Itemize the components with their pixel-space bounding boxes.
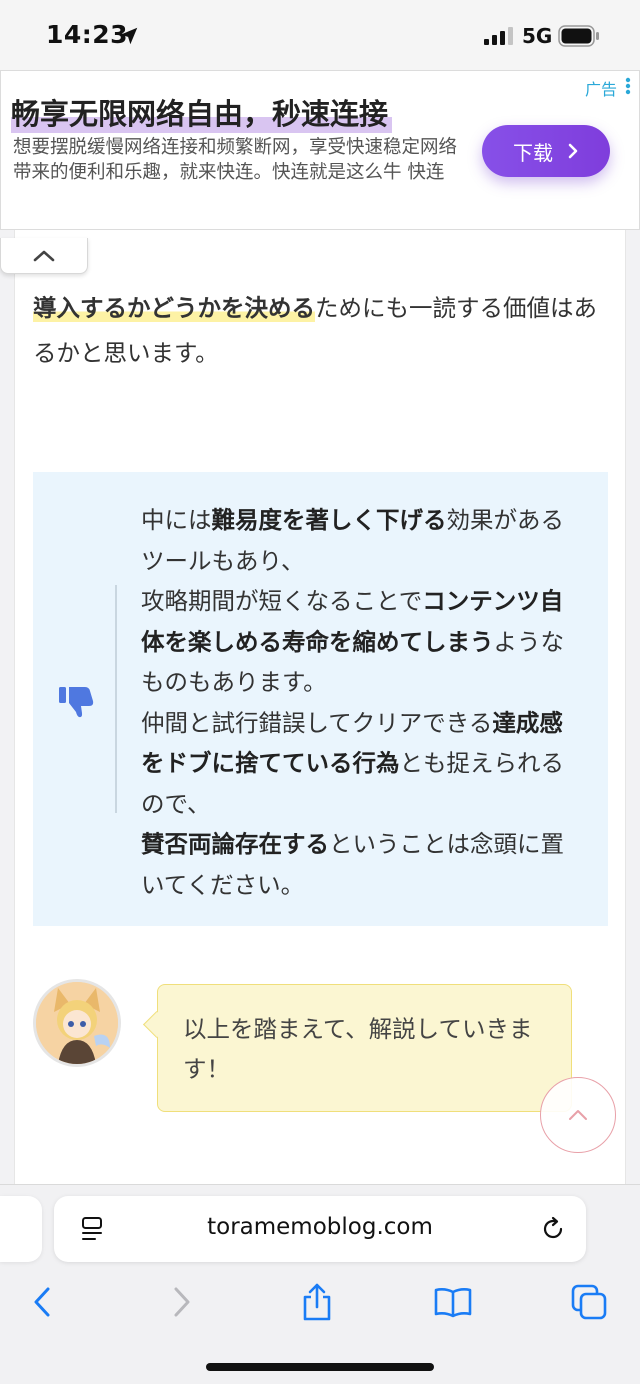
bookmarks-button[interactable] xyxy=(431,1280,475,1324)
location-arrow-icon xyxy=(120,27,138,45)
reload-icon[interactable] xyxy=(540,1216,566,1242)
url-text[interactable]: toramemoblog.com xyxy=(54,1214,586,1240)
previous-tab-preview[interactable] xyxy=(0,1196,42,1262)
address-bar[interactable]: toramemoblog.com xyxy=(54,1196,586,1262)
signal-icon xyxy=(484,27,513,45)
tabs-icon xyxy=(571,1284,607,1320)
avatar-illustration xyxy=(36,982,118,1064)
back-button[interactable] xyxy=(20,1280,64,1324)
scroll-to-top-button[interactable] xyxy=(540,1077,616,1153)
share-button[interactable] xyxy=(295,1280,339,1324)
forward-arrow-icon xyxy=(174,1287,190,1317)
bad-text-bold: 難易度を著しく下げる xyxy=(211,506,447,534)
bad-text-segment: 中には xyxy=(141,506,212,534)
status-time: 14:23 xyxy=(46,20,129,49)
speech-bubble: 以上を踏まえて、解説していきます！ xyxy=(157,984,572,1112)
ad-title[interactable]: 畅享无限网络自由，秒速连接 xyxy=(11,91,393,133)
bad-text-bold: 賛否両論存在する xyxy=(141,830,329,858)
bad-point-text: 中には難易度を著しく下げる効果があるツールもあり、 攻略期間が短くなることでコン… xyxy=(141,500,586,905)
forward-button[interactable] xyxy=(160,1280,204,1324)
chevron-up-icon xyxy=(33,250,55,261)
ad-menu-icon[interactable] xyxy=(625,77,631,95)
chevron-up-icon xyxy=(569,1110,587,1120)
ad-banner[interactable]: 畅享无限网络自由，秒速连接 想要摆脱缓慢网络连接和频繁断网，享受快速稳定网络带来… xyxy=(0,70,640,230)
ad-download-label: 下载 xyxy=(513,140,553,165)
ad-description[interactable]: 想要摆脱缓慢网络连接和频繁断网，享受快速稳定网络带来的便利和乐趣，就来快连。快连… xyxy=(13,135,465,185)
ad-label: 广告 xyxy=(585,80,618,99)
thumbs-down-icon xyxy=(59,687,94,718)
intro-paragraph: 導入するかどうかを決めるためにも一読する価値はあるかと思います。 xyxy=(33,286,613,376)
tabs-button[interactable] xyxy=(567,1280,611,1324)
ad-download-button[interactable]: 下载 xyxy=(482,125,610,177)
collapse-ad-button[interactable] xyxy=(0,238,88,274)
speech-text: 以上を踏まえて、解説していきます！ xyxy=(183,1015,533,1083)
bad-point-divider xyxy=(115,585,117,813)
network-label: 5G xyxy=(522,24,553,48)
intro-highlight: 導入するかどうかを決める xyxy=(33,294,315,322)
avatar xyxy=(33,979,121,1067)
bookmarks-icon xyxy=(434,1288,472,1318)
home-indicator xyxy=(206,1363,434,1371)
battery-icon xyxy=(558,25,599,47)
bad-text-segment: 攻略期間が短くなることで xyxy=(141,587,423,615)
status-bar: 14:23 5G xyxy=(0,0,640,70)
back-arrow-icon xyxy=(34,1287,50,1317)
chevron-right-icon xyxy=(568,143,578,159)
bad-text-segment: 仲間と試行錯誤してクリアできる xyxy=(141,708,493,737)
share-icon xyxy=(303,1283,331,1321)
